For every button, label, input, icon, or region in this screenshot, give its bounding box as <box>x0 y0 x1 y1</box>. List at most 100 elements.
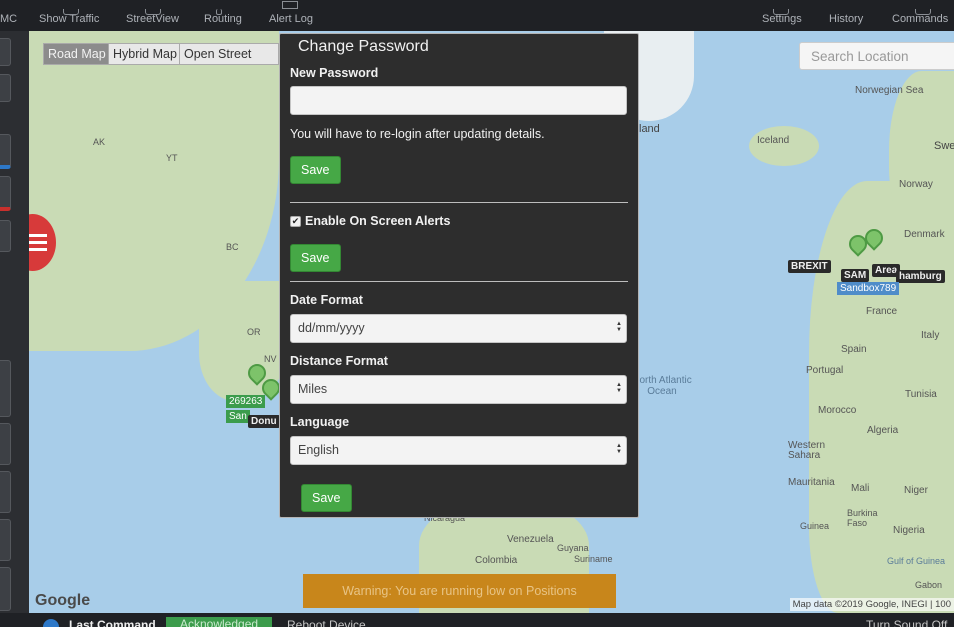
map-label: Norway <box>899 179 933 190</box>
turn-sound-off-button[interactable]: Turn Sound Off <box>866 618 947 627</box>
top-nav-bar: MC Show Traffic StreetView Routing Alert… <box>0 0 954 31</box>
sidebar-button[interactable] <box>0 471 11 513</box>
map-label: Italy <box>921 330 940 341</box>
select-arrows-icon: ▲ ▼ <box>616 321 622 333</box>
google-logo: Google <box>35 592 91 609</box>
map-label: NV <box>264 354 277 364</box>
select-arrows-icon: ▲ ▼ <box>616 443 622 455</box>
divider <box>290 202 628 203</box>
left-sidebar <box>0 31 29 613</box>
gear-icon <box>773 9 789 15</box>
map-label: Suriname <box>574 554 613 564</box>
nav-history[interactable]: History <box>829 13 863 25</box>
map-label: Niger <box>904 485 928 496</box>
map-label: Nigeria <box>893 525 925 536</box>
language-select[interactable]: English ▲ ▼ <box>290 436 627 465</box>
nav-item-cut[interactable]: MC <box>0 13 17 25</box>
ocean-label: North Atlantic Ocean <box>632 375 692 397</box>
sidebar-button[interactable] <box>0 519 11 561</box>
date-format-select[interactable]: dd/mm/yyyy ▲ ▼ <box>290 314 627 343</box>
map-label: Mauritania <box>788 477 835 488</box>
map-label: land <box>639 123 660 135</box>
map-label: Burkina Faso <box>847 508 878 528</box>
marker-label[interactable]: Sandbox789 <box>837 282 900 295</box>
distance-format-label: Distance Format <box>290 354 388 368</box>
map-copyright: Map data ©2019 Google, INEGI | 100 <box>789 598 954 611</box>
map-label: Gulf of Guinea <box>887 556 946 566</box>
routing-icon <box>216 9 222 15</box>
map-label: Tunisia <box>905 389 937 400</box>
search-location-input[interactable]: Search Location <box>799 42 954 70</box>
map-label: Swe <box>934 140 954 152</box>
map-label: Denmark <box>904 229 945 240</box>
select-arrows-icon: ▲ ▼ <box>616 382 622 394</box>
alert-log-icon <box>282 1 298 9</box>
enable-alerts-checkbox[interactable]: ✔ <box>290 216 301 227</box>
nav-show-traffic[interactable]: Show Traffic <box>39 9 99 25</box>
map-label: Iceland <box>757 135 790 146</box>
save-preferences-button[interactable]: Save <box>301 484 352 512</box>
info-icon <box>43 619 59 627</box>
land-iceland <box>749 126 819 166</box>
map-label: Algeria <box>867 425 899 436</box>
map-label: Portugal <box>806 365 844 376</box>
sidebar-button[interactable] <box>0 423 11 465</box>
marker-label[interactable]: Donu <box>248 415 280 428</box>
marker-label[interactable]: hamburg <box>896 270 945 283</box>
last-command-label: Last Command <box>69 618 156 627</box>
map-type-road[interactable]: Road Map <box>43 43 111 65</box>
map-label: Guyana <box>557 543 589 553</box>
sidebar-button[interactable] <box>0 134 11 169</box>
hamburger-menu-icon <box>29 234 47 237</box>
sidebar-button[interactable] <box>0 567 11 611</box>
sidebar-button[interactable] <box>0 74 11 102</box>
new-password-input[interactable] <box>290 86 627 115</box>
map-label: Guinea <box>800 521 830 531</box>
streetview-icon <box>145 9 161 15</box>
relogin-note: You will have to re-login after updating… <box>290 127 545 141</box>
map-label: France <box>866 306 898 317</box>
commands-icon <box>915 9 931 15</box>
map-label: Morocco <box>818 405 857 416</box>
map-label: Gabon <box>915 580 943 590</box>
marker-label[interactable]: 269263 <box>226 395 266 408</box>
map-label: Spain <box>841 344 867 355</box>
last-command-value: Reboot Device <box>287 618 366 627</box>
map-label: AK <box>93 137 106 147</box>
map-label: Norwegian Sea <box>855 85 924 96</box>
traffic-icon <box>63 9 79 15</box>
sidebar-button[interactable] <box>0 220 11 252</box>
map-type-osm[interactable]: Open Street Map <box>179 43 279 65</box>
map-label: OR <box>247 327 261 337</box>
map-label: Colombia <box>475 555 518 566</box>
map-type-hybrid[interactable]: Hybrid Map <box>108 43 182 65</box>
marker-label[interactable]: SAM <box>841 269 870 282</box>
sidebar-button[interactable] <box>0 38 11 66</box>
new-password-label: New Password <box>290 66 379 80</box>
marker-label[interactable]: BREXIT <box>788 260 831 273</box>
distance-format-select[interactable]: Miles ▲ ▼ <box>290 375 627 404</box>
map-label: Mali <box>851 483 870 494</box>
nav-settings[interactable]: Settings <box>762 9 802 25</box>
date-format-label: Date Format <box>290 293 363 307</box>
marker-label[interactable]: San <box>226 410 250 423</box>
status-badge: Acknowledged <box>166 617 273 627</box>
language-label: Language <box>290 415 350 429</box>
map-label: BC <box>226 242 239 252</box>
settings-modal: Change Password New Password You will ha… <box>279 33 639 518</box>
nav-commands[interactable]: Commands <box>892 9 948 25</box>
bottom-status-bar: Last Command Acknowledged Reboot Device … <box>0 613 954 627</box>
nav-alert-log[interactable]: Alert Log <box>269 1 313 25</box>
save-password-button[interactable]: Save <box>290 156 341 184</box>
sidebar-button[interactable] <box>0 176 11 211</box>
sidebar-button[interactable] <box>0 360 11 417</box>
divider <box>290 281 628 282</box>
map-label: Venezuela <box>507 534 554 545</box>
nav-streetview[interactable]: StreetView <box>126 9 179 25</box>
map-label: YT <box>166 153 178 163</box>
map-label: Western Sahara <box>788 440 826 461</box>
low-positions-warning: Warning: You are running low on Position… <box>303 574 616 608</box>
nav-routing[interactable]: Routing <box>204 9 242 25</box>
save-alerts-button[interactable]: Save <box>290 244 341 272</box>
modal-title: Change Password <box>298 38 429 55</box>
